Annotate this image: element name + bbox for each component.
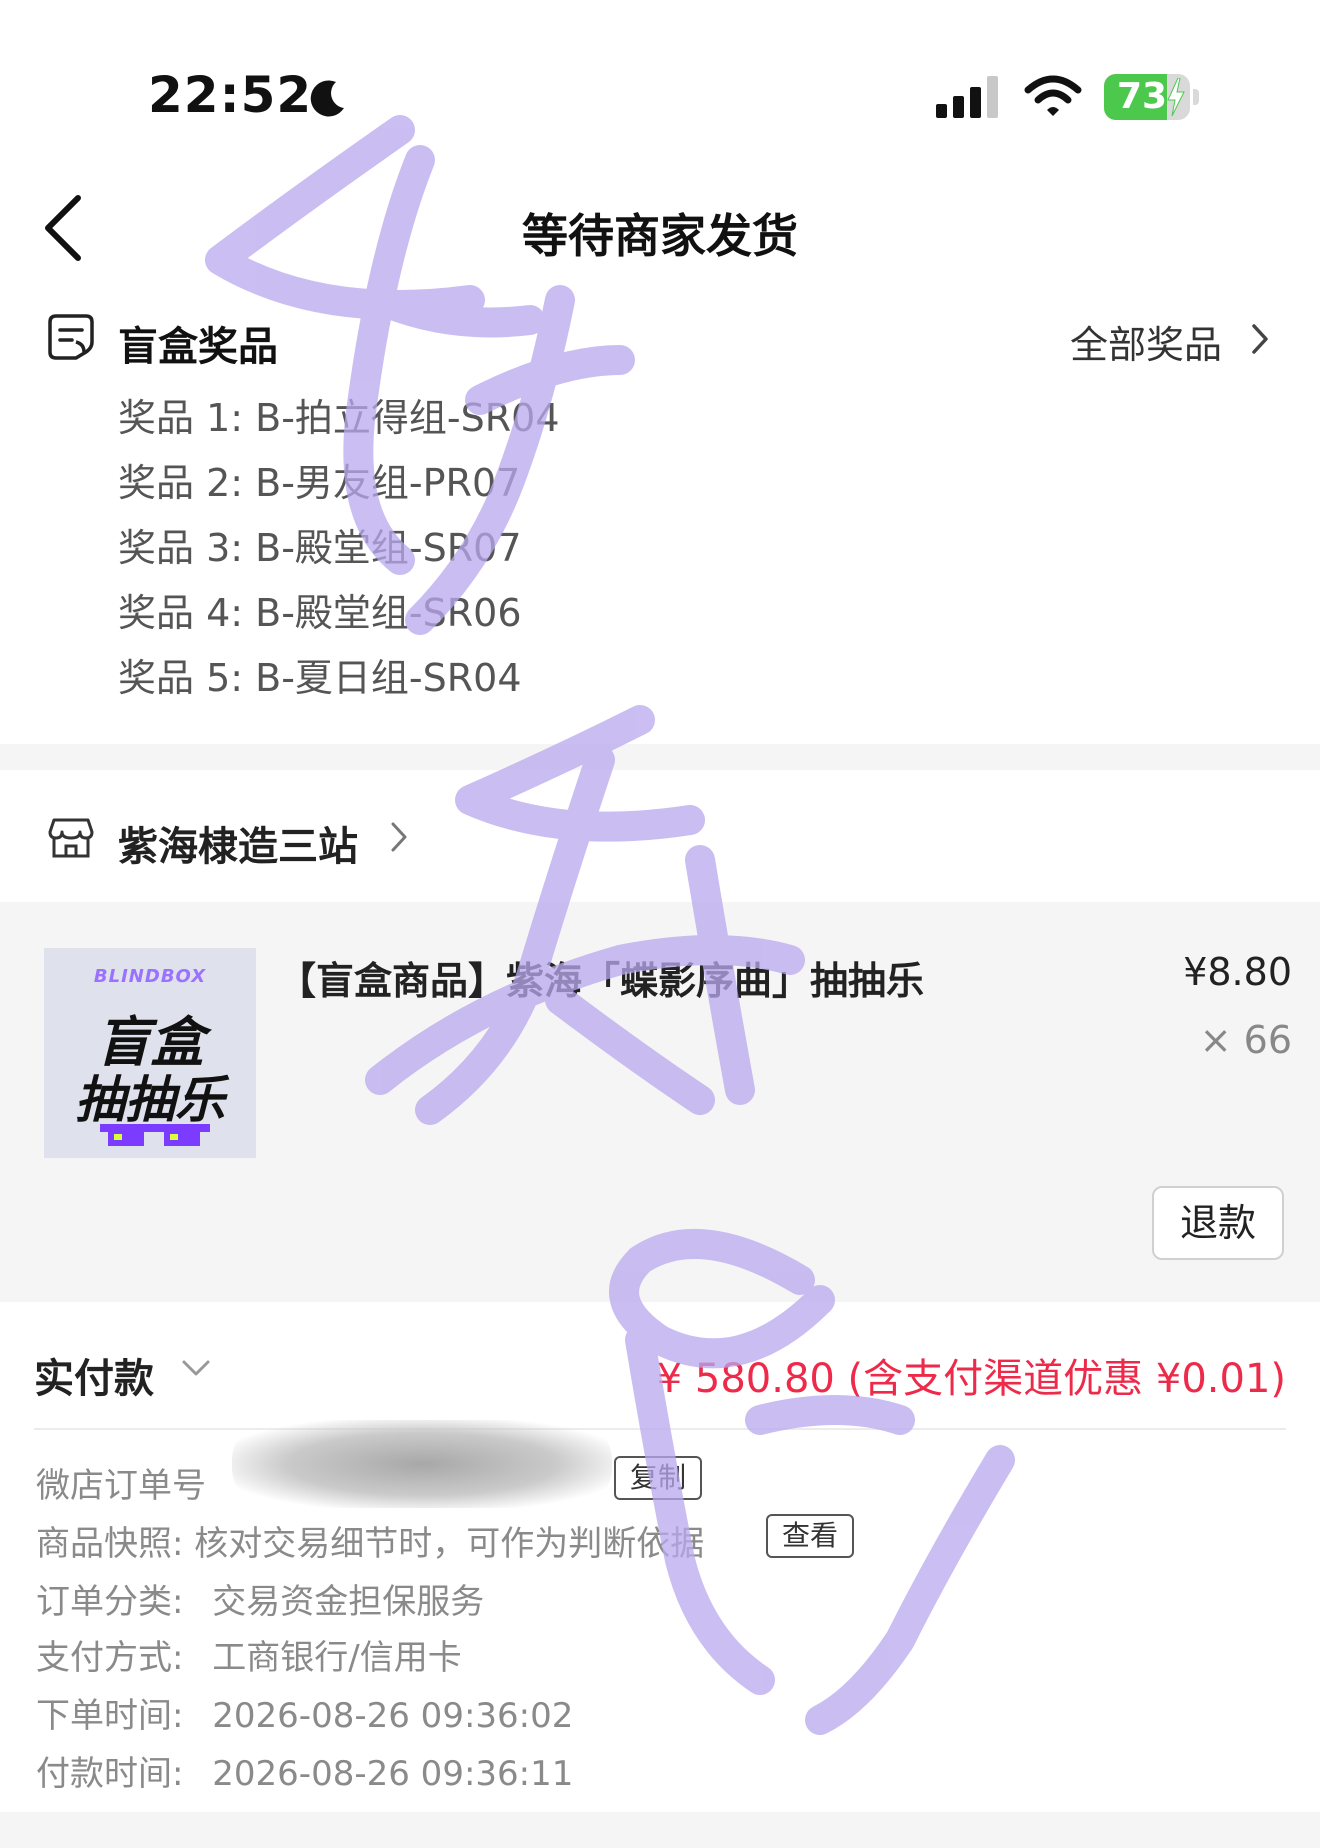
divider xyxy=(34,1428,1286,1430)
view-snapshot-button[interactable]: 查看 xyxy=(766,1514,855,1558)
prize-list: 奖品 1: B-拍立得组-SR04 奖品 2: B-男友组-PR07 奖品 3:… xyxy=(118,396,560,721)
copy-button[interactable]: 复制 xyxy=(614,1456,703,1500)
status-time: 22:52 xyxy=(148,66,313,124)
thumbnail-brand-text: BLINDBOX xyxy=(93,966,207,987)
redacted-order-number xyxy=(232,1420,612,1508)
payment-time-row: 付款时间: 2026-08-26 09:36:11 xyxy=(36,1746,573,1795)
payment-time-value: 2026-08-26 09:36:11 xyxy=(212,1754,574,1794)
order-category-label: 订单分类: xyxy=(36,1582,184,1622)
prize-list-icon xyxy=(48,314,94,360)
order-category-row: 订单分类: 交易资金担保服务 xyxy=(36,1574,484,1623)
refund-button[interactable]: 退款 xyxy=(1152,1186,1284,1260)
charging-bolt-icon xyxy=(1167,78,1185,116)
prize-item: 奖品 4: B-殿堂组-SR06 xyxy=(118,591,522,635)
wifi-icon xyxy=(1024,75,1082,116)
product-thumbnail[interactable]: BLINDBOX 盲盒 抽抽乐 xyxy=(44,948,256,1158)
chevron-right-icon[interactable] xyxy=(388,820,410,854)
prize-item: 奖品 2: B-男友组-PR07 xyxy=(118,461,521,505)
order-number-row: 微店订单号 xyxy=(36,1458,206,1507)
snapshot-label: 商品快照: xyxy=(36,1524,184,1564)
store-icon xyxy=(48,818,94,858)
snapshot-row: 商品快照: 核对交易细节时，可作为判断依据 xyxy=(36,1516,704,1565)
payment-method-label: 支付方式: xyxy=(36,1638,184,1678)
cellular-signal-icon xyxy=(936,76,998,118)
moon-icon xyxy=(310,80,344,117)
paid-amount-label[interactable]: 实付款 xyxy=(34,1346,154,1404)
order-time-label: 下单时间: xyxy=(36,1696,184,1736)
prize-item: 奖品 5: B-夏日组-SR04 xyxy=(118,656,522,700)
order-time-value: 2026-08-26 09:36:02 xyxy=(212,1696,574,1736)
all-prizes-link[interactable]: 全部奖品 xyxy=(1070,314,1222,369)
chevron-right-icon[interactable] xyxy=(1248,322,1272,356)
order-category-value: 交易资金担保服务 xyxy=(212,1582,485,1622)
battery-indicator: 73 xyxy=(1104,74,1200,120)
pixel-sunglasses-icon xyxy=(100,1124,210,1146)
paid-amount-value: ¥ 580.80 (含支付渠道优惠 ¥0.01) xyxy=(656,1356,1286,1402)
prize-item: 奖品 3: B-殿堂组-SR07 xyxy=(118,526,522,570)
prize-item: 奖品 1: B-拍立得组-SR04 xyxy=(118,396,560,440)
order-time-row: 下单时间: 2026-08-26 09:36:02 xyxy=(36,1688,573,1737)
snapshot-value: 核对交易细节时，可作为判断依据 xyxy=(194,1524,705,1564)
prize-section-title: 盲盒奖品 xyxy=(118,324,278,370)
unit-price: ¥8.80 xyxy=(1183,950,1292,994)
thumbnail-title-line2: 抽抽乐 xyxy=(75,1071,225,1129)
section-divider xyxy=(0,744,1320,770)
chevron-down-icon[interactable] xyxy=(180,1356,212,1380)
payment-method-row: 支付方式: 工商银行/信用卡 xyxy=(36,1630,462,1679)
page-title: 等待商家发货 xyxy=(522,209,798,263)
bottom-band xyxy=(0,1812,1320,1848)
payment-time-label: 付款时间: xyxy=(36,1754,184,1794)
product-title[interactable]: 【盲盒商品】紫海「蝶影序曲」抽抽乐 xyxy=(278,950,924,1005)
payment-method-value: 工商银行/信用卡 xyxy=(212,1638,462,1678)
order-number-label: 微店订单号 xyxy=(36,1466,206,1506)
quantity: × 66 xyxy=(1199,1018,1292,1062)
store-name[interactable]: 紫海棣造三站 xyxy=(118,814,358,872)
